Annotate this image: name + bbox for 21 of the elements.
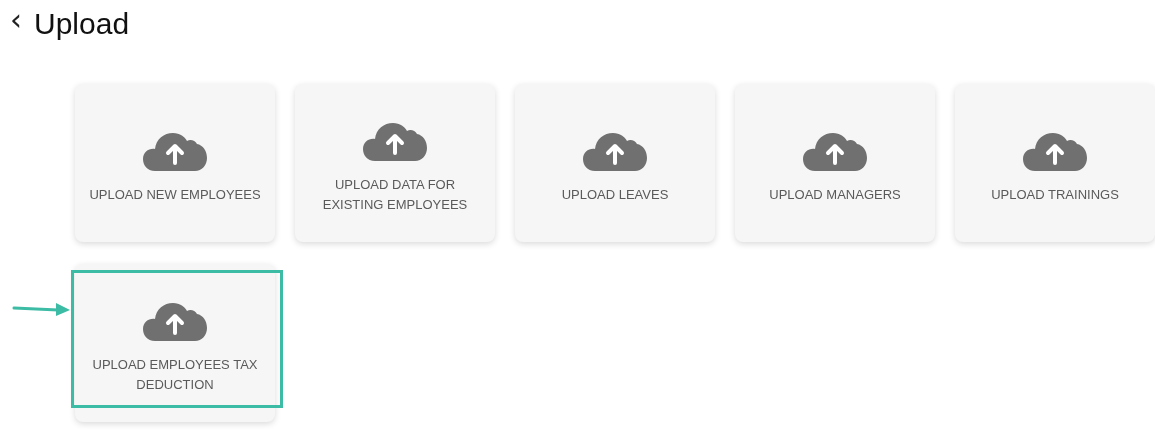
upload-card[interactable]: UPLOAD NEW EMPLOYEES xyxy=(75,84,275,242)
pointer-arrow xyxy=(12,301,72,317)
cloud-upload-icon xyxy=(1023,131,1087,171)
cloud-upload-icon xyxy=(143,301,207,341)
upload-card[interactable]: UPLOAD MANAGERS xyxy=(735,84,935,242)
card-label: UPLOAD TRAININGS xyxy=(991,186,1119,204)
page-title: Upload xyxy=(34,7,130,41)
card-label: UPLOAD LEAVES xyxy=(561,186,669,204)
cloud-upload-icon xyxy=(143,131,207,171)
cloud-upload-icon xyxy=(583,131,647,171)
upload-card[interactable]: UPLOAD DATA FOR EXISTING EMPLOYEES xyxy=(295,84,495,242)
cloud-upload-icon xyxy=(803,131,867,171)
card-label: UPLOAD EMPLOYEES TAX DEDUCTION xyxy=(91,356,259,394)
cloud-upload-icon xyxy=(363,121,427,161)
card-label: UPLOAD DATA FOR EXISTING EMPLOYEES xyxy=(321,176,469,214)
back-button[interactable]: ‹ xyxy=(8,5,24,43)
upload-card[interactable]: UPLOAD LEAVES xyxy=(515,84,715,242)
upload-card[interactable]: UPLOAD EMPLOYEES TAX DEDUCTION xyxy=(75,264,275,422)
card-label: UPLOAD NEW EMPLOYEES xyxy=(89,186,261,204)
upload-card[interactable]: UPLOAD TRAININGS xyxy=(955,84,1155,242)
card-label: UPLOAD MANAGERS xyxy=(769,186,901,204)
